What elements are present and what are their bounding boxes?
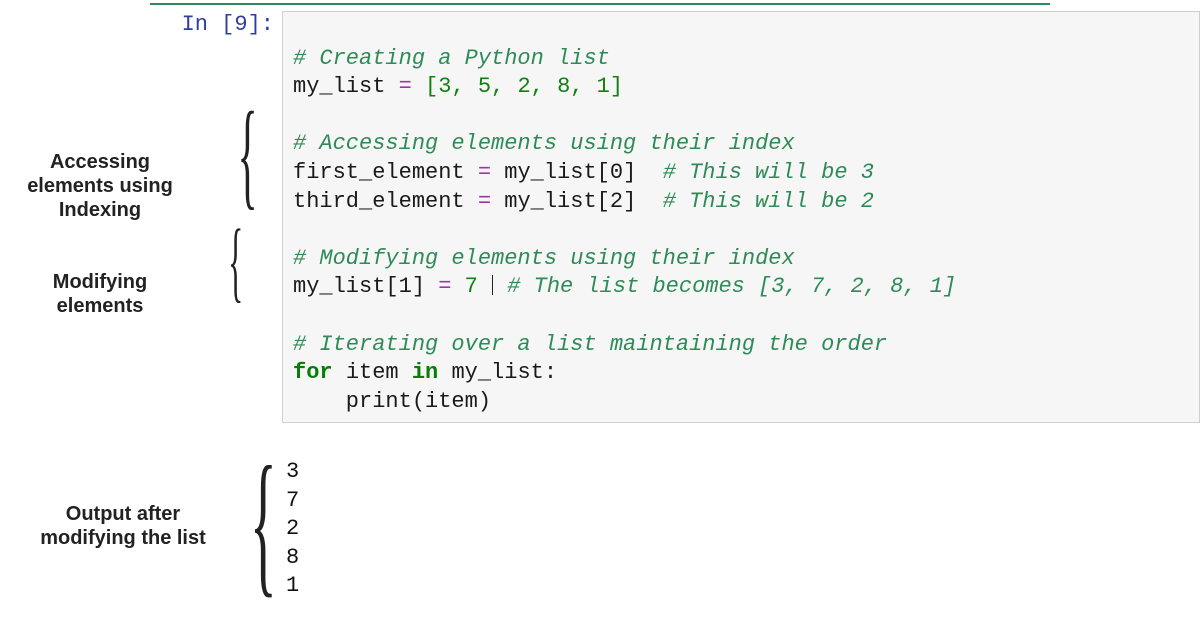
code-comment: # Accessing elements using their index bbox=[293, 131, 795, 156]
cell-output: 3 7 2 8 1 bbox=[286, 429, 1200, 601]
code-number: 7 bbox=[465, 274, 478, 299]
code-comment: # The list becomes [3, 7, 2, 8, 1] bbox=[507, 274, 956, 299]
input-prompt: In [9]: bbox=[182, 12, 274, 37]
code-comment: # Creating a Python list bbox=[293, 46, 610, 71]
code-text: print(item) bbox=[293, 389, 491, 414]
output-line: 7 bbox=[286, 488, 299, 513]
code-punct: , bbox=[451, 74, 464, 99]
code-number: 1 bbox=[597, 74, 610, 99]
code-text: my_list: bbox=[451, 360, 557, 385]
code-literal: ] bbox=[610, 74, 623, 99]
code-number: 5 bbox=[478, 74, 491, 99]
brace-icon: { bbox=[250, 430, 277, 615]
code-text: third_element bbox=[293, 189, 465, 214]
code-comment: # This will be 2 bbox=[663, 189, 874, 214]
code-number: 3 bbox=[438, 74, 451, 99]
output-line: 2 bbox=[286, 516, 299, 541]
code-keyword: for bbox=[293, 360, 333, 385]
output-line: 3 bbox=[286, 459, 299, 484]
prompt-column: In [9]: bbox=[166, 11, 282, 40]
code-comment: # Modifying elements using their index bbox=[293, 246, 795, 271]
code-operator: = bbox=[438, 274, 451, 299]
code-punct: , bbox=[570, 74, 583, 99]
cell-top-border bbox=[150, 3, 1050, 5]
code-comment: # This will be 3 bbox=[663, 160, 874, 185]
code-comment: # Iterating over a list maintaining the … bbox=[293, 332, 887, 357]
code-operator: = bbox=[478, 160, 491, 185]
annotation-output: Output after modifying the list bbox=[38, 502, 208, 550]
code-punct: , bbox=[491, 74, 504, 99]
code-keyword: in bbox=[412, 360, 438, 385]
annotation-modifying: Modifying elements bbox=[15, 270, 185, 318]
text-cursor bbox=[492, 275, 493, 295]
code-text: my_list[1] bbox=[293, 274, 425, 299]
code-text: my_list bbox=[293, 74, 385, 99]
code-number: 8 bbox=[557, 74, 570, 99]
code-operator: = bbox=[399, 74, 412, 99]
code-text: my_list[0] bbox=[504, 160, 636, 185]
brace-icon: { bbox=[237, 85, 257, 223]
code-literal: [ bbox=[425, 74, 438, 99]
code-punct: , bbox=[531, 74, 544, 99]
annotation-indexing: Accessing elements using Indexing bbox=[15, 150, 185, 222]
output-line: 8 bbox=[286, 545, 299, 570]
brace-icon: { bbox=[228, 210, 243, 313]
code-number: 2 bbox=[517, 74, 530, 99]
code-text: first_element bbox=[293, 160, 465, 185]
notebook-cell-row: In [9]: # Creating a Python list my_list… bbox=[166, 11, 1200, 423]
output-line: 1 bbox=[286, 573, 299, 598]
code-text: my_list[2] bbox=[504, 189, 636, 214]
code-operator: = bbox=[478, 189, 491, 214]
code-cell[interactable]: # Creating a Python list my_list = [3, 5… bbox=[282, 11, 1200, 423]
code-text: item bbox=[346, 360, 399, 385]
